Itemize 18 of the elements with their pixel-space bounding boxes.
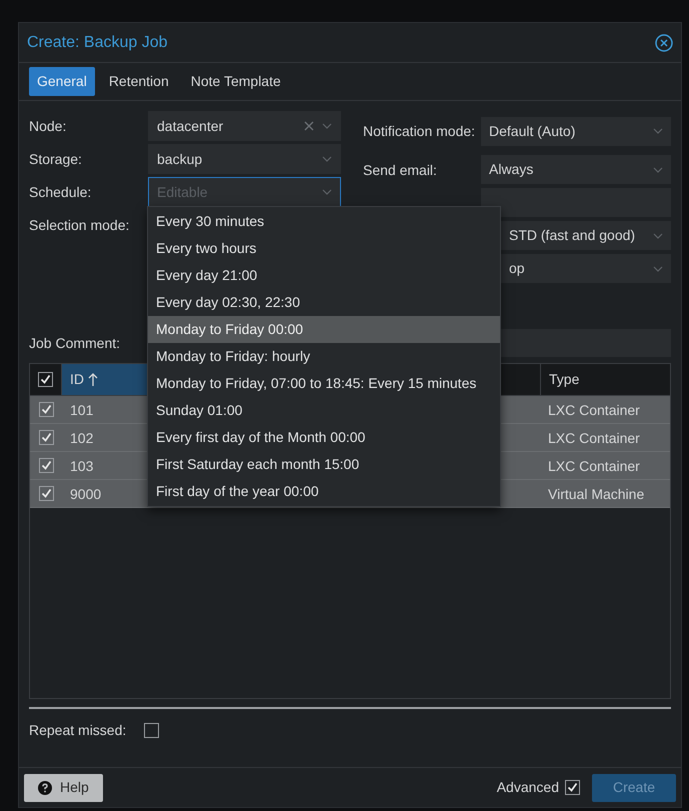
table-cell-text: 103 (69, 457, 94, 476)
table-cell-text: LXC Container (547, 457, 641, 476)
field-label: Schedule: (29, 182, 92, 202)
field-label: Node: (29, 116, 68, 136)
field-label: Repeat missed: (29, 720, 126, 740)
field-label: Storage: (29, 150, 83, 169)
table-cell-text: LXC Container (547, 429, 641, 448)
field-label: Job Comment: (29, 334, 122, 352)
table-cell-text: Virtual Machine (547, 485, 646, 504)
field-label: Send email: (363, 160, 438, 178)
window-title: Create: Backup Job (27, 32, 168, 52)
table-cell-text: LXC Container (547, 401, 641, 420)
field-label: Notification mode: (363, 122, 476, 140)
field-label: Selection mode: (29, 216, 130, 234)
table-cell-text: 101 (69, 401, 94, 420)
field-label: Advanced (496, 778, 559, 797)
table-cell-text: 102 (69, 429, 94, 448)
table-cell-text: 9000 (69, 485, 102, 504)
